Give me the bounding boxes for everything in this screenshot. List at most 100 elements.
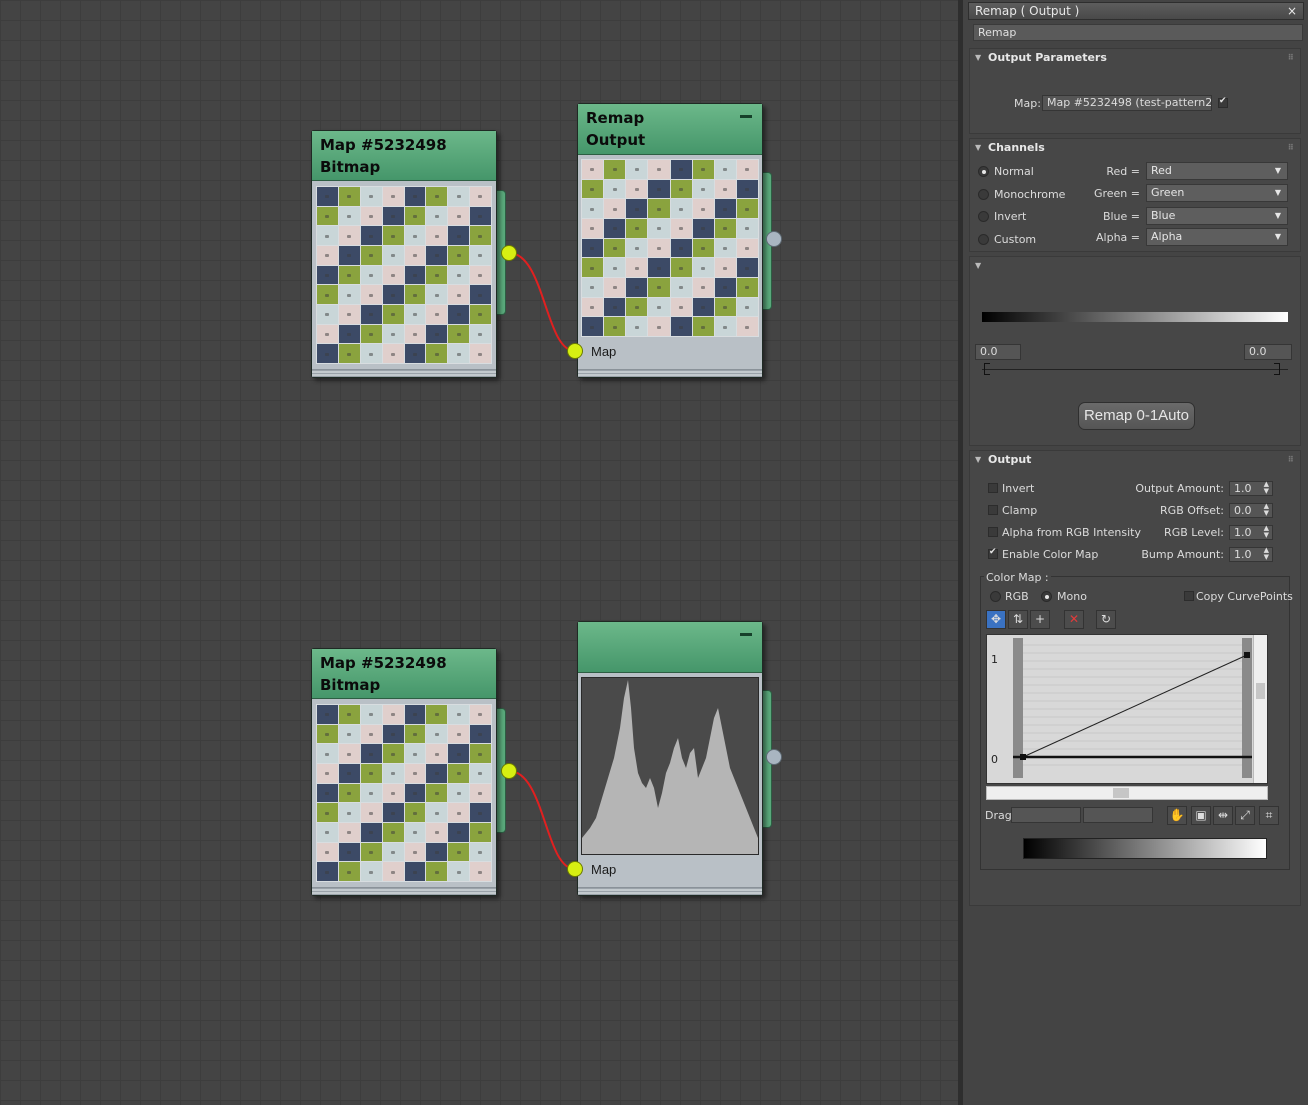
drag-grip-icon[interactable]: ⠿ [1288, 451, 1294, 469]
panel-title-bar[interactable]: Remap ( Output ) × [968, 2, 1304, 20]
scrollbar-thumb[interactable] [1256, 683, 1265, 699]
remap-node-top[interactable]: Remap Output Map [577, 103, 763, 378]
minimize-icon[interactable] [740, 115, 752, 118]
rgb-level-spinner[interactable]: 1.0 ▲ ▼ [1229, 525, 1273, 540]
radio-custom[interactable] [978, 234, 989, 245]
output-amount-spinner[interactable]: 1.0 ▲ ▼ [1229, 481, 1273, 496]
map-name-field[interactable]: Remap [973, 24, 1303, 41]
output-socket[interactable] [501, 763, 517, 779]
drag-grip-icon[interactable]: ⠿ [1288, 49, 1294, 67]
collapse-icon[interactable]: ▼ [975, 49, 981, 67]
spinner-arrows-icon[interactable]: ▲ ▼ [1264, 481, 1269, 495]
pan-hand-icon[interactable]: ✋ [1167, 806, 1187, 825]
collapse-icon[interactable]: ▼ [975, 257, 981, 275]
output-socket[interactable] [501, 245, 517, 261]
node-resize-grip[interactable] [578, 369, 762, 377]
scale-point-icon[interactable]: ⇅ [1008, 610, 1028, 629]
node-editor-canvas[interactable]: Map #5232498 Bitmap Remap Output Map Map… [0, 0, 958, 1105]
zoom-extents-icon[interactable]: ▣ [1191, 806, 1211, 825]
input-socket[interactable] [567, 343, 583, 359]
rollout-header[interactable]: ▼ [970, 257, 1300, 275]
color-map-curve-area[interactable]: 1 0 [986, 634, 1268, 784]
remap-node-bottom[interactable]: Map [577, 621, 763, 896]
rollout-header[interactable]: ▼ Channels ⠿ [970, 139, 1300, 157]
bitmap-thumbnail [316, 186, 492, 364]
alpha-from-rgb-checkbox[interactable] [988, 527, 998, 537]
levels-high-field[interactable]: 0.0 [1244, 344, 1292, 360]
bitmap-node-bottom[interactable]: Map #5232498 Bitmap [311, 648, 497, 896]
curve-graph[interactable] [987, 635, 1269, 785]
invert-checkbox[interactable] [988, 483, 998, 493]
map-label: Map: [1014, 97, 1041, 110]
levels-slider-track[interactable] [982, 369, 1288, 370]
rgb-offset-spinner[interactable]: 0.0 ▲ ▼ [1229, 503, 1273, 518]
histogram-graph [582, 680, 758, 854]
rollout-header[interactable]: ▼ Output Parameters ⠿ [970, 49, 1300, 67]
bump-amount-spinner[interactable]: 1.0 ▲ ▼ [1229, 547, 1273, 562]
node-resize-grip[interactable] [312, 369, 496, 377]
map-enabled-checkbox[interactable] [1218, 96, 1228, 108]
node-header[interactable]: Remap Output [578, 104, 762, 155]
radio-invert[interactable] [978, 211, 989, 222]
clamp-checkbox[interactable] [988, 505, 998, 515]
spinner-arrows-icon[interactable]: ▲ ▼ [1264, 525, 1269, 539]
collapse-icon[interactable]: ▼ [975, 451, 981, 469]
radio-mono[interactable] [1041, 591, 1052, 602]
close-icon[interactable]: × [1287, 3, 1297, 19]
output-socket[interactable] [766, 231, 782, 247]
move-point-icon[interactable]: ✥ [986, 610, 1006, 629]
remap-auto-button[interactable]: Remap 0-1Auto [1078, 402, 1195, 430]
node-resize-grip[interactable] [312, 887, 496, 895]
rollout-channels: ▼ Channels ⠿ Normal Monochrome Invert Cu… [969, 138, 1301, 252]
input-socket[interactable] [567, 861, 583, 877]
drag-grip-icon[interactable]: ⠿ [1288, 139, 1294, 157]
minimize-icon[interactable] [740, 633, 752, 636]
spinner-value: 1.0 [1234, 526, 1252, 539]
point-x-field[interactable] [1011, 807, 1081, 823]
rollout-levels: ▼ 0.0 0.0 Remap 0-1Auto [969, 256, 1301, 446]
alpha-channel-label: Alpha = [1096, 231, 1140, 244]
alpha-channel-dropdown[interactable]: Alpha ▼ [1146, 228, 1288, 246]
levels-low-handle[interactable] [984, 363, 990, 375]
radio-label-rgb: RGB [1005, 590, 1029, 603]
node-title: Map #5232498 [320, 654, 447, 672]
radio-label-mono: Mono [1057, 590, 1087, 603]
parameter-editor-panel: Remap ( Output ) × Remap ▼ Output Parame… [958, 0, 1308, 1105]
blue-channel-dropdown[interactable]: Blue ▼ [1146, 207, 1288, 225]
rollout-header[interactable]: ▼ Output ⠿ [970, 451, 1300, 469]
radio-rgb[interactable] [990, 591, 1001, 602]
reset-curve-icon[interactable]: ↻ [1096, 610, 1116, 629]
scrollbar-thumb[interactable] [1113, 788, 1129, 798]
zoom-region-icon[interactable]: ⌗ [1259, 806, 1279, 825]
bump-amount-label: Bump Amount: [1141, 548, 1224, 561]
levels-low-field[interactable]: 0.0 [975, 344, 1021, 360]
radio-normal[interactable] [978, 166, 989, 177]
horizontal-scrollbar[interactable] [986, 786, 1268, 800]
output-socket[interactable] [766, 749, 782, 765]
remap-thumbnail [581, 159, 759, 337]
radio-label-invert: Invert [994, 210, 1027, 223]
enable-color-map-checkbox[interactable] [988, 547, 998, 559]
vertical-scrollbar[interactable] [1253, 635, 1267, 783]
levels-high-handle[interactable] [1274, 363, 1280, 375]
rgb-offset-label: RGB Offset: [1160, 504, 1224, 517]
spinner-arrows-icon[interactable]: ▲ ▼ [1264, 503, 1269, 517]
dropdown-value: Red [1151, 164, 1172, 177]
node-header[interactable]: Map #5232498 Bitmap [312, 649, 496, 699]
zoom-horizontal-icon[interactable]: ⇹ [1213, 806, 1233, 825]
add-point-icon[interactable]: + [1030, 610, 1050, 629]
node-resize-grip[interactable] [578, 887, 762, 895]
red-channel-dropdown[interactable]: Red ▼ [1146, 162, 1288, 180]
node-header[interactable] [578, 622, 762, 673]
spinner-arrows-icon[interactable]: ▲ ▼ [1264, 547, 1269, 561]
node-header[interactable]: Map #5232498 Bitmap [312, 131, 496, 181]
map-slot-button[interactable]: Map #5232498 (test-pattern2.png) [1042, 95, 1212, 111]
radio-monochrome[interactable] [978, 189, 989, 200]
point-y-field[interactable] [1083, 807, 1153, 823]
copy-curve-points-checkbox[interactable] [1184, 591, 1194, 601]
collapse-icon[interactable]: ▼ [975, 139, 981, 157]
bitmap-node-top[interactable]: Map #5232498 Bitmap [311, 130, 497, 378]
delete-point-icon[interactable]: ✕ [1064, 610, 1084, 629]
zoom-vertical-icon[interactable]: ⤢ [1235, 806, 1255, 825]
green-channel-dropdown[interactable]: Green ▼ [1146, 184, 1288, 202]
